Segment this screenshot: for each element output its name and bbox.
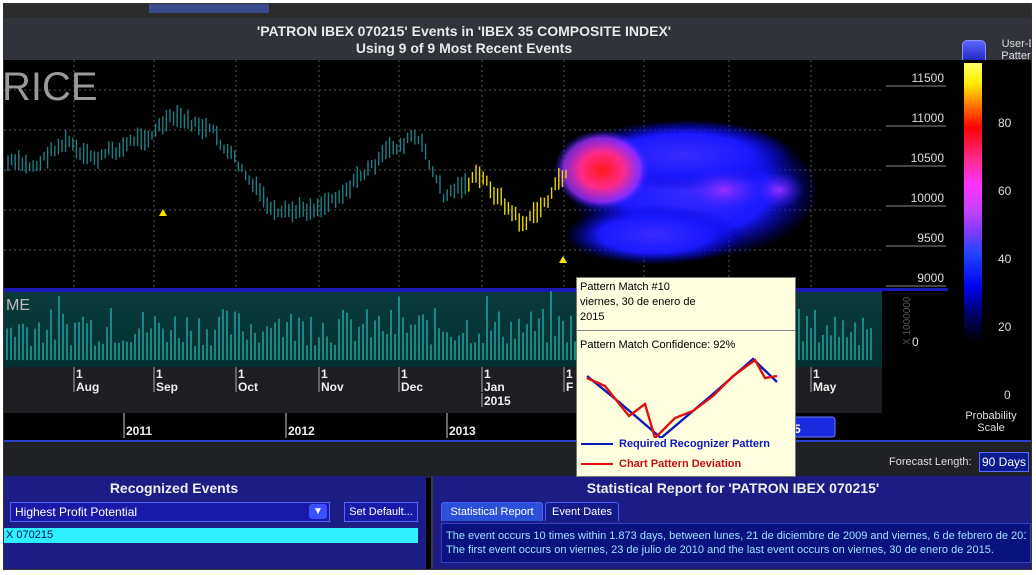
month-label: Oct bbox=[238, 380, 258, 394]
price-watermark: RICE bbox=[4, 65, 98, 109]
probability-scale-bar bbox=[964, 63, 982, 403]
volume-axis-label: X 1000000 bbox=[902, 296, 913, 345]
legend-deviation: Chart Pattern Deviation bbox=[581, 458, 741, 470]
tooltip-date: viernes, 30 de enero de bbox=[580, 296, 696, 308]
probability-scale-caption: Probability Scale bbox=[965, 410, 1017, 434]
report-line-1: The event occurs 10 times within 1.873 d… bbox=[446, 530, 1026, 542]
top-tab[interactable] bbox=[149, 4, 269, 13]
pattern-match-tooltip: Pattern Match #10 viernes, 30 de enero d… bbox=[576, 277, 796, 477]
event-marker[interactable] bbox=[559, 256, 567, 263]
user-pattern-label: User-D Pattern bbox=[1001, 38, 1031, 62]
statistical-report-panel: Statistical Report for 'PATRON IBEX 0702… bbox=[431, 476, 1031, 569]
price-axis-tick: 11000 bbox=[912, 111, 945, 125]
year-strip-label: 2013 bbox=[449, 424, 476, 438]
chart-subtitle: Using 9 of 9 Most Recent Events bbox=[355, 40, 573, 56]
forecast-bar: Forecast Length: 90 Days bbox=[4, 440, 1031, 478]
top-strip bbox=[4, 4, 1031, 18]
price-axis-tick: 9500 bbox=[917, 231, 944, 245]
month-label: Sep bbox=[156, 380, 178, 394]
tooltip-title: Pattern Match #10 bbox=[580, 281, 670, 293]
tab-statistical-report[interactable]: Statistical Report bbox=[441, 502, 543, 521]
statistical-report-text: The event occurs 10 times within 1.873 d… bbox=[441, 523, 1031, 563]
tooltip-year: 2015 bbox=[580, 311, 605, 323]
probability-scale: 80 60 40 20 0 Probability Scale bbox=[948, 60, 1031, 440]
tooltip-divider bbox=[577, 330, 795, 331]
month-number: 1 bbox=[156, 367, 163, 381]
set-default-button[interactable]: Set Default... bbox=[344, 502, 418, 522]
month-number: 1 bbox=[321, 367, 328, 381]
recognized-event-item[interactable]: X 070215 bbox=[4, 528, 418, 543]
month-number: 1 bbox=[401, 367, 408, 381]
chart-titlebar: 'PATRON IBEX 070215' Events in 'IBEX 35 … bbox=[4, 18, 1031, 64]
month-label: Jan bbox=[484, 380, 505, 394]
statistical-report-title: Statistical Report for 'PATRON IBEX 0702… bbox=[586, 480, 880, 496]
month-label: Aug bbox=[76, 380, 99, 394]
price-axis-tick: 11500 bbox=[912, 71, 945, 85]
app-window: 'PATRON IBEX 070215' Events in 'IBEX 35 … bbox=[3, 3, 1032, 570]
tooltip-confidence: Pattern Match Confidence: 92% bbox=[580, 339, 736, 351]
month-number: 1 bbox=[813, 367, 820, 381]
month-label: May bbox=[813, 380, 837, 394]
forecast-length-label: Forecast Length: bbox=[889, 456, 972, 468]
sort-select-value: Highest Profit Potential bbox=[15, 505, 138, 519]
recognized-events-title: Recognized Events bbox=[109, 480, 239, 496]
price-axis-tick: 10500 bbox=[911, 151, 945, 165]
volume-axis-tick: 0 bbox=[912, 335, 919, 349]
scale-label-20: 20 bbox=[998, 320, 1012, 334]
chevron-down-icon[interactable]: ▼ bbox=[309, 504, 327, 519]
scale-label-60: 60 bbox=[998, 184, 1012, 198]
tab-event-dates[interactable]: Event Dates bbox=[545, 502, 619, 521]
volume-watermark: ME bbox=[6, 297, 30, 314]
year-strip-label: 2011 bbox=[126, 424, 152, 438]
month-number: 1 bbox=[566, 367, 573, 381]
report-line-2: The first event occurs on viernes, 23 de… bbox=[446, 544, 994, 556]
scale-label-0: 0 bbox=[1004, 388, 1011, 402]
scale-label-40: 40 bbox=[998, 252, 1012, 266]
scale-label-80: 80 bbox=[998, 116, 1012, 130]
forecast-length-input[interactable]: 90 Days bbox=[979, 452, 1029, 472]
legend-required: Required Recognizer Pattern bbox=[581, 438, 770, 450]
year-strip-label: 2012 bbox=[288, 424, 315, 438]
price-axis: 11500 11000 10500 10000 9500 9000 0 X 1000000 bbox=[882, 60, 948, 440]
month-number: 1 bbox=[238, 367, 245, 381]
chart-title: 'PATRON IBEX 070215' Events in 'IBEX 35 … bbox=[256, 23, 672, 39]
horizon-line bbox=[4, 288, 948, 291]
probability-cloud bbox=[554, 120, 819, 265]
month-number: 1 bbox=[484, 367, 491, 381]
year-label: 2015 bbox=[484, 394, 511, 408]
month-label: Dec bbox=[401, 380, 423, 394]
month-number: 1 bbox=[76, 367, 83, 381]
sort-select[interactable]: Highest Profit Potential ▼ bbox=[10, 502, 330, 522]
pattern-comparison-graph bbox=[586, 357, 778, 438]
month-label: Nov bbox=[321, 380, 344, 394]
legend-required-text: Required Recognizer Pattern bbox=[619, 438, 770, 450]
price-axis-tick: 10000 bbox=[911, 191, 945, 205]
recognized-events-panel: Recognized Events Highest Profit Potenti… bbox=[4, 476, 426, 569]
price-axis-tick: 9000 bbox=[917, 271, 944, 285]
legend-deviation-text: Chart Pattern Deviation bbox=[619, 458, 742, 470]
month-label: F bbox=[566, 380, 573, 394]
deviation-pattern-line bbox=[586, 358, 778, 438]
